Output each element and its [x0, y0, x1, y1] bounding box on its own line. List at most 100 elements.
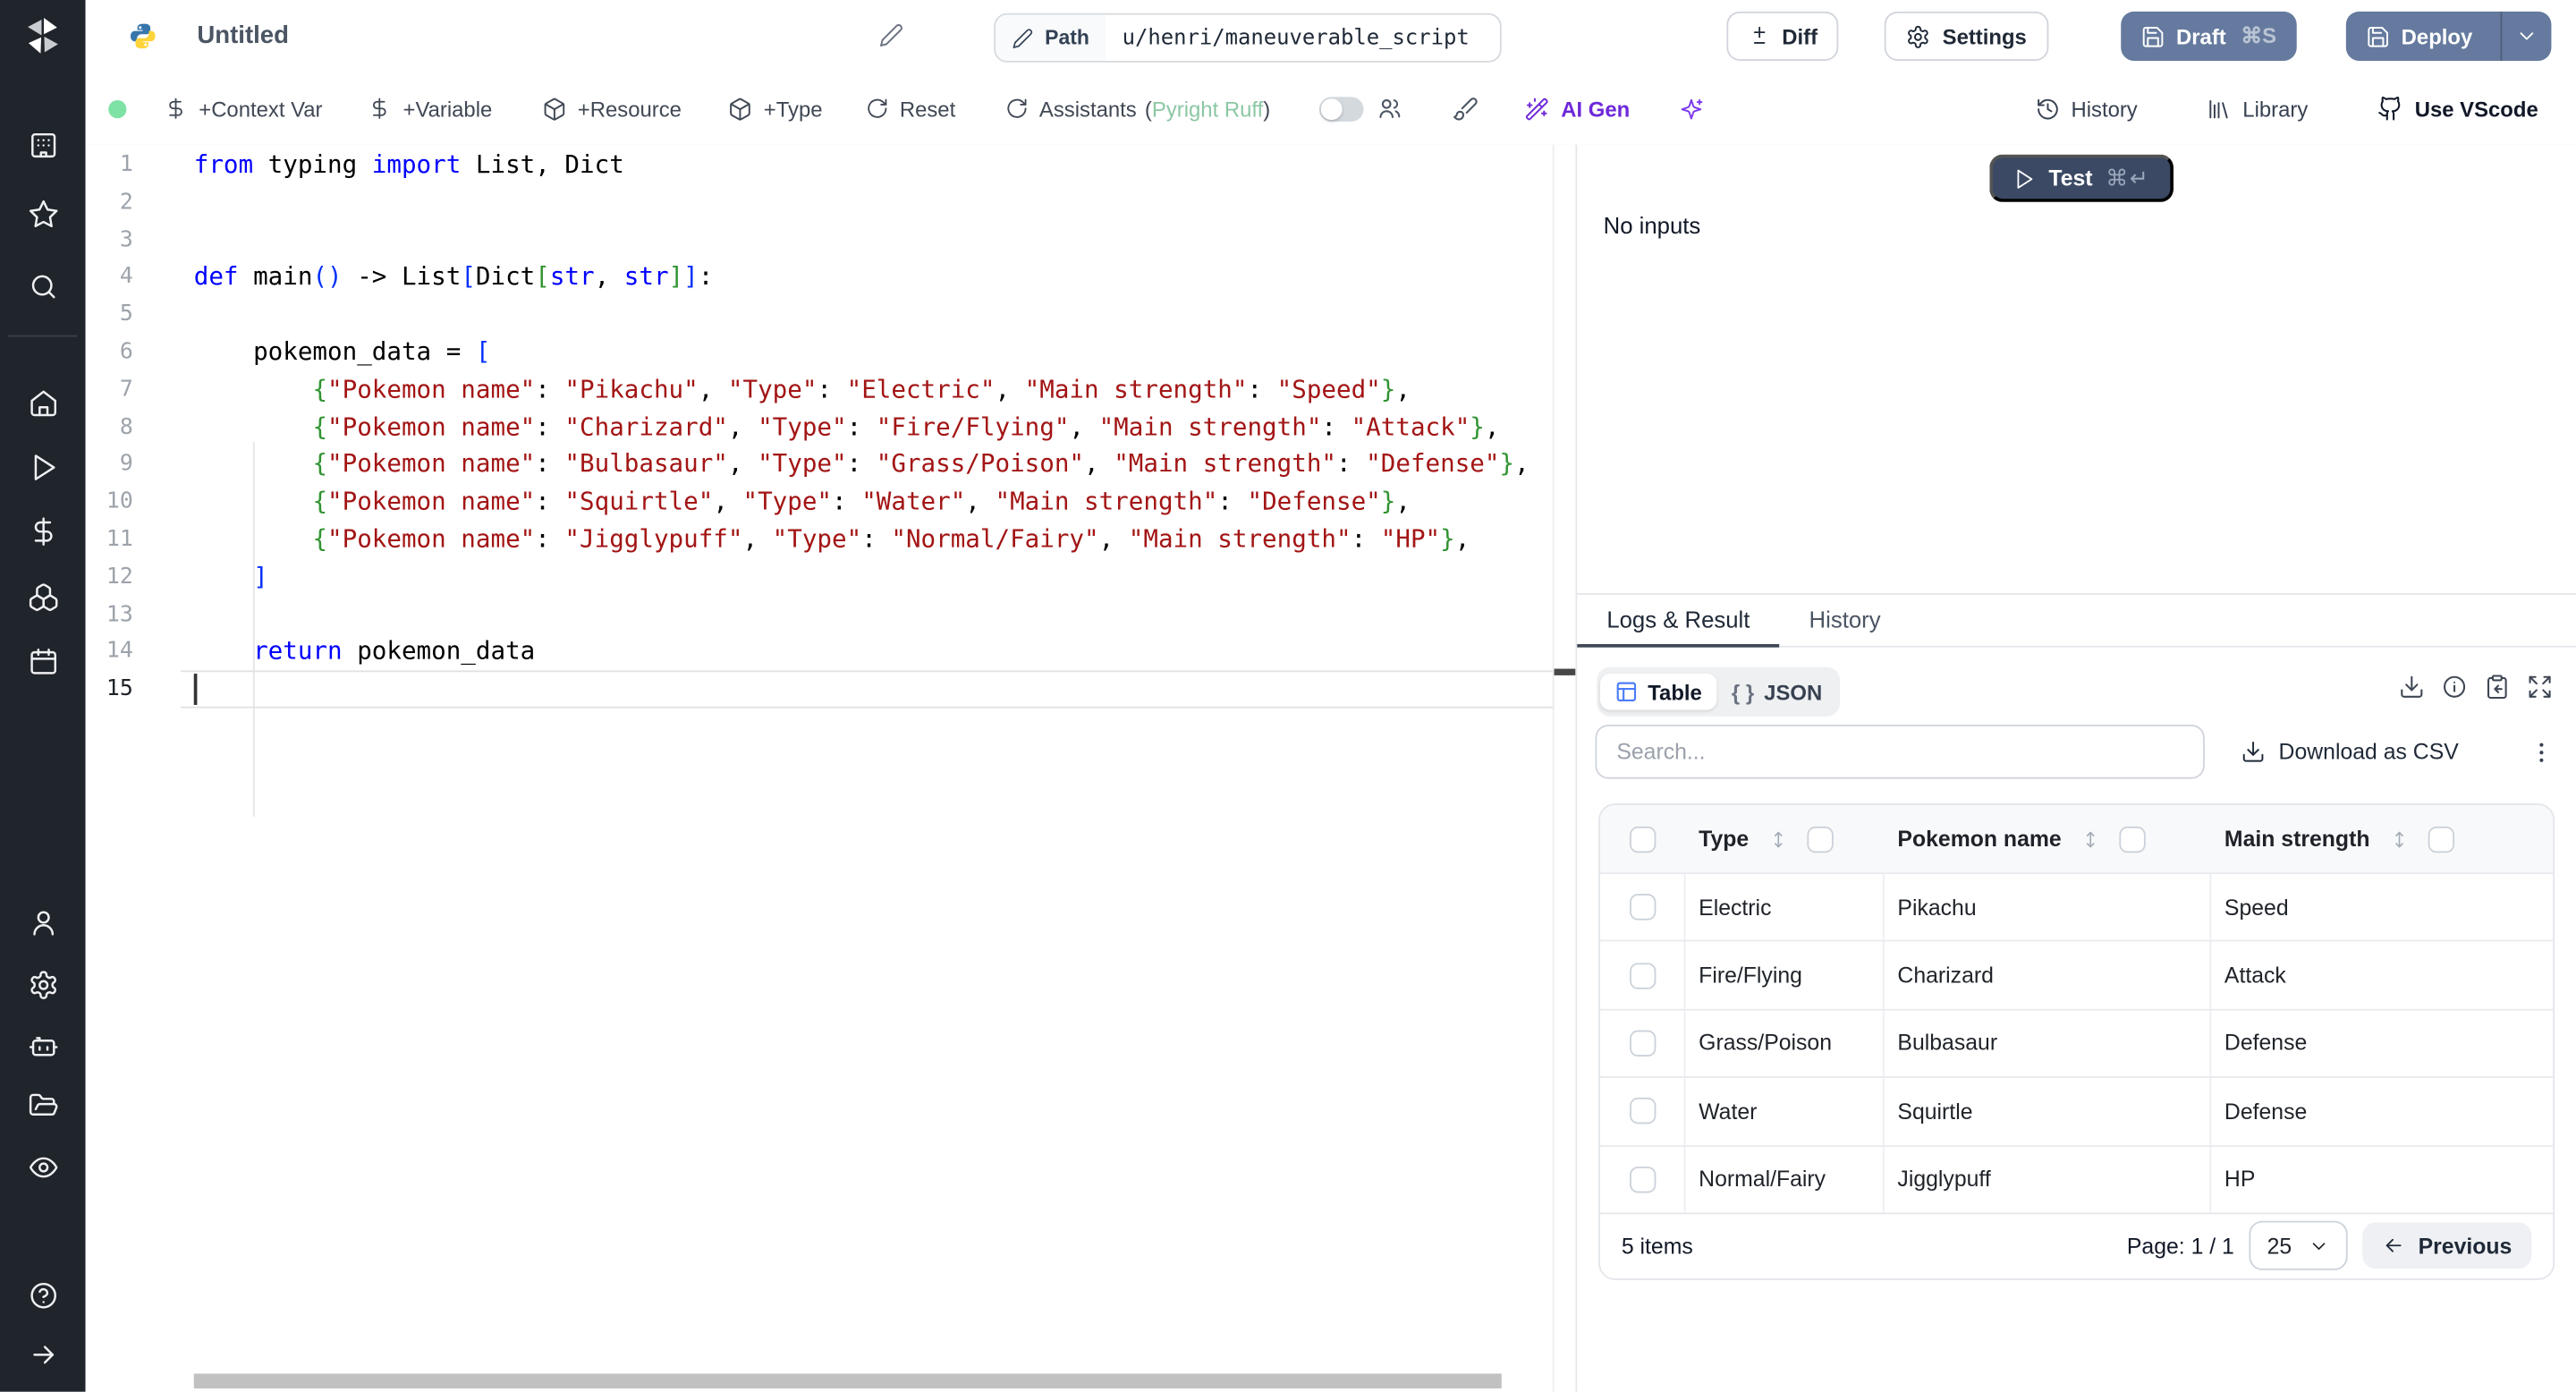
code-line[interactable]: return pokemon_data — [194, 633, 1553, 671]
search-input[interactable] — [1613, 737, 2187, 766]
code-line[interactable]: from typing import List, Dict — [194, 146, 1553, 183]
reset-button[interactable]: Reset — [865, 96, 955, 121]
use-vscode-button[interactable]: Use VScode — [2377, 96, 2538, 122]
add-context-var-button[interactable]: +Context Var — [165, 96, 323, 121]
history-button[interactable]: History — [2035, 96, 2138, 121]
users-icon[interactable] — [0, 895, 86, 948]
code-line[interactable] — [194, 596, 1553, 633]
add-type-button[interactable]: +Type — [727, 96, 823, 121]
column-filter-box[interactable] — [1806, 825, 1833, 853]
test-button[interactable]: Test ⌘↵ — [1989, 154, 2174, 202]
rotate-icon — [1006, 98, 1026, 118]
column-filter-box[interactable] — [2118, 825, 2146, 853]
path-field[interactable]: Path u/henri/maneuverable_script — [994, 13, 1502, 63]
ai-gen-button[interactable]: AI Gen — [1525, 96, 1630, 121]
diff-button[interactable]: Diff — [1725, 11, 1839, 61]
variables-dollar-icon[interactable] — [0, 505, 86, 557]
settings-gear-icon[interactable] — [0, 958, 86, 1011]
view-json-button[interactable]: { } JSON — [1716, 674, 1836, 709]
folders-icon[interactable] — [0, 1080, 86, 1133]
row-checkbox[interactable] — [1629, 962, 1656, 989]
code-line[interactable]: def main() -> List[Dict[str, str]]: — [194, 259, 1553, 296]
code-line[interactable]: {"Pokemon name": "Pikachu", "Type": "Ele… — [194, 371, 1553, 409]
code-line[interactable]: ] — [194, 558, 1553, 596]
library-button[interactable]: Library — [2207, 96, 2308, 121]
schedules-calendar-icon[interactable] — [0, 634, 86, 687]
deploy-label: Deploy — [2401, 23, 2473, 49]
help-icon[interactable] — [0, 1269, 86, 1321]
code-line[interactable] — [194, 221, 1553, 259]
test-label: Test — [2048, 166, 2093, 191]
multiplayer-toggle[interactable] — [1319, 96, 1364, 121]
download-result-icon[interactable] — [2399, 674, 2425, 700]
code-line[interactable] — [194, 671, 1553, 709]
search-icon[interactable] — [0, 259, 86, 312]
table-cell: Jigglypuff — [1885, 1146, 2212, 1213]
runs-play-icon[interactable] — [0, 440, 86, 493]
home-icon[interactable] — [0, 377, 86, 429]
row-checkbox[interactable] — [1629, 1030, 1656, 1057]
row-checkbox[interactable] — [1629, 1166, 1656, 1193]
row-checkbox[interactable] — [1629, 1098, 1656, 1125]
column-header-pokemon-name[interactable]: Pokemon name — [1885, 825, 2212, 853]
draft-button[interactable]: Draft ⌘S — [2120, 11, 2297, 61]
sort-icon[interactable] — [2388, 828, 2410, 851]
column-header-main-strength[interactable]: Main strength — [2211, 825, 2553, 853]
sort-icon[interactable] — [2080, 828, 2101, 851]
add-variable-button[interactable]: +Variable — [369, 96, 492, 121]
line-number: 6 — [119, 338, 133, 365]
search-box[interactable] — [1595, 724, 2205, 779]
assistants-button[interactable]: Assistants (Pyright Ruff) — [1004, 96, 1270, 121]
settings-button[interactable]: Settings — [1885, 11, 2048, 61]
format-brush-icon[interactable] — [1453, 96, 1479, 122]
horizontal-scrollbar[interactable] — [193, 1373, 1502, 1389]
line-number: 14 — [106, 638, 133, 665]
expand-sidebar-arrow-icon[interactable] — [0, 1328, 86, 1380]
deploy-button[interactable]: Deploy — [2345, 11, 2552, 61]
code-line[interactable]: {"Pokemon name": "Jigglypuff", "Type": "… — [194, 521, 1553, 558]
tab-history[interactable]: History — [1779, 593, 1910, 646]
chevron-down-icon — [2312, 1243, 2326, 1250]
workers-bot-icon[interactable] — [0, 1019, 86, 1072]
sparkles-icon[interactable] — [1679, 96, 1704, 121]
resources-boxes-icon[interactable] — [0, 570, 86, 623]
select-all-checkbox[interactable] — [1630, 825, 1657, 853]
code-line[interactable]: pokemon_data = [ — [194, 334, 1553, 371]
row-checkbox[interactable] — [1629, 894, 1656, 921]
add-resource-button[interactable]: +Resource — [541, 96, 682, 121]
table-menu-kebab[interactable] — [2529, 739, 2555, 765]
sort-icon[interactable] — [1767, 828, 1788, 851]
view-toggle: Table { } JSON — [1597, 666, 1841, 717]
workspace-icon[interactable] — [0, 118, 86, 171]
favorites-star-icon[interactable] — [0, 187, 86, 240]
column-filter-box[interactable] — [2427, 825, 2454, 853]
code-line[interactable] — [194, 296, 1553, 334]
code-editor[interactable]: 1 2 3 4 5 6 7 8 9 10 11 12 13 14 15 from typing import… — [85, 144, 1576, 1392]
deploy-dropdown[interactable] — [2500, 11, 2552, 61]
code-line[interactable]: {"Pokemon name": "Bulbasaur", "Type": "G… — [194, 446, 1553, 483]
tab-logs-result[interactable]: Logs & Result — [1577, 593, 1780, 648]
reset-label: Reset — [899, 96, 956, 121]
info-icon[interactable] — [2441, 674, 2467, 700]
audit-logs-eye-icon[interactable] — [0, 1141, 86, 1193]
column-header-type[interactable]: Type — [1685, 825, 1884, 853]
windmill-logo-icon[interactable] — [20, 13, 65, 59]
previous-page-button[interactable]: Previous — [2362, 1223, 2532, 1269]
copy-clipboard-icon[interactable] — [2484, 674, 2510, 700]
multiplayer-users-icon[interactable] — [1377, 96, 1403, 122]
page-size-select[interactable]: 25 — [2249, 1221, 2348, 1271]
wand-icon — [1526, 97, 1549, 120]
editor-code[interactable]: from typing import List, Dict def main() … — [194, 146, 1553, 708]
code-line[interactable]: {"Pokemon name": "Charizard", "Type": "F… — [194, 409, 1553, 446]
page-indicator: Page: 1 / 1 — [2126, 1234, 2234, 1259]
text-cursor — [193, 674, 197, 705]
path-value[interactable]: u/henri/maneuverable_script — [1106, 15, 1486, 61]
download-csv-button[interactable]: Download as CSV — [2241, 740, 2459, 764]
rename-pencil-icon[interactable] — [879, 23, 904, 48]
table-row: Electric Pikachu Speed — [1599, 872, 2554, 941]
expand-icon[interactable] — [2527, 674, 2553, 700]
code-line[interactable] — [194, 183, 1553, 221]
github-cat-icon — [2377, 96, 2401, 121]
code-line[interactable]: {"Pokemon name": "Squirtle", "Type": "Wa… — [194, 483, 1553, 521]
view-table-button[interactable]: Table — [1599, 674, 1717, 710]
